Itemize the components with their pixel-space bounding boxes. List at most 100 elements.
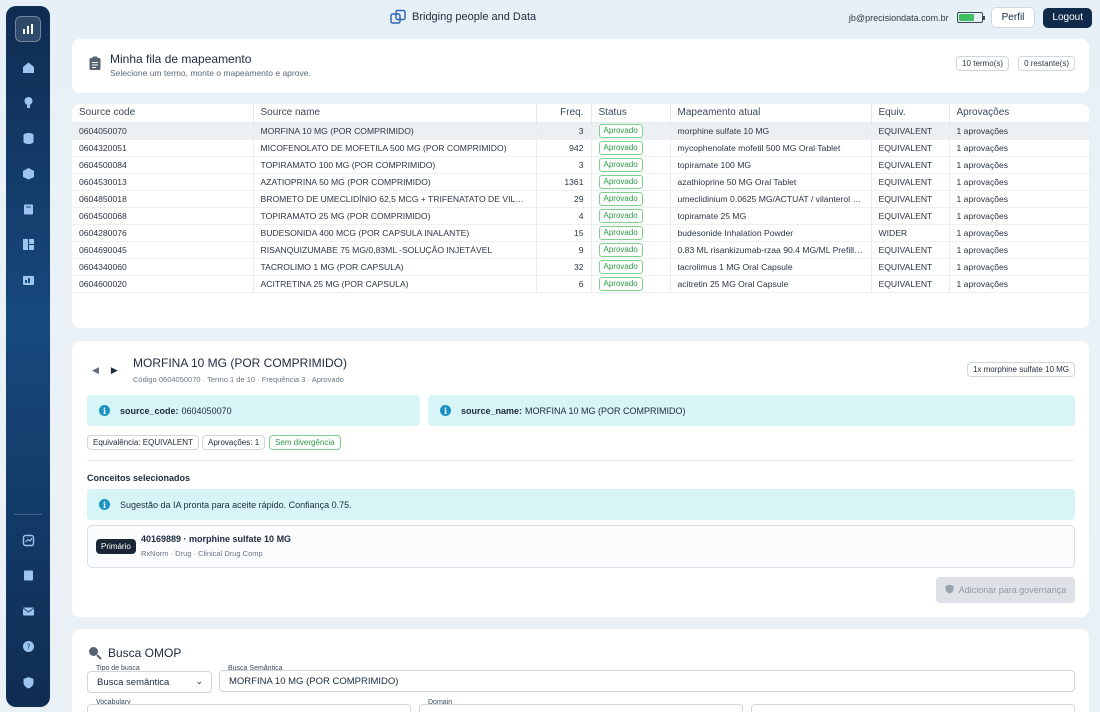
mapping-cell: morphine sulfate 10 MG xyxy=(670,122,872,140)
table-row[interactable]: 0604850018 BROMETO DE UMECLIDÍNIO 62,5 MC… xyxy=(72,190,1089,208)
database-icon[interactable] xyxy=(17,127,39,149)
search-card: Busca OMOP Tipo de busca Busca semântica… xyxy=(72,629,1089,712)
table-row[interactable]: 0604500084 TOPIRAMATO 100 MG (POR COMPRIM… xyxy=(72,156,1089,174)
table-row[interactable]: 0604320051 MICOFENOLATO DE MOFETILA 500 M… xyxy=(72,139,1089,157)
source-name-cell: RISANQUIZUMABE 75 MG/0,83ML -SOLUÇÃO INJ… xyxy=(253,241,537,259)
equiv-cell: EQUIVALENT xyxy=(871,190,950,208)
report-icon[interactable] xyxy=(17,529,39,551)
remaining-count-badge: 0 restante(s) xyxy=(1018,56,1075,71)
selected-concept[interactable]: Primário 40169889 · morphine sulfate 10 … xyxy=(87,525,1075,568)
help-icon[interactable]: ? xyxy=(17,636,39,658)
ai-suggestion-box: i Sugestão da IA pronta para aceite rápi… xyxy=(87,489,1075,520)
freq-cell: 9 xyxy=(536,241,592,259)
search-type-select[interactable]: Busca semântica ⌄ xyxy=(87,671,212,693)
shield-icon[interactable] xyxy=(17,671,39,693)
status-cell: Aprovado xyxy=(591,224,671,242)
col-equiv[interactable]: Equiv. xyxy=(871,104,950,123)
logout-button[interactable]: Logout xyxy=(1043,7,1092,28)
freq-cell: 1361 xyxy=(536,173,592,191)
freq-cell: 15 xyxy=(536,224,592,242)
domain-select[interactable] xyxy=(419,704,743,712)
table-row[interactable]: 0604280076 BUDESONIDA 400 MCG (POR CAPSUL… xyxy=(72,224,1089,242)
home-icon[interactable] xyxy=(17,56,39,78)
col-mapping[interactable]: Mapeamento atual xyxy=(670,104,872,123)
semantic-search-input[interactable]: MORFINA 10 MG (POR COMPRIMIDO) xyxy=(219,670,1075,692)
source-code-cell: 0604500068 xyxy=(72,207,254,225)
dashboard-icon[interactable] xyxy=(17,269,39,291)
source-code-cell: 0604690045 xyxy=(72,241,254,259)
col-approvals[interactable]: Aprovações xyxy=(949,104,1089,123)
divider xyxy=(87,460,1074,461)
table-row[interactable]: 0604050070 MORFINA 10 MG (POR COMPRIMIDO)… xyxy=(72,122,1089,140)
status-badge: Aprovado xyxy=(598,140,643,155)
status-cell: Aprovado xyxy=(591,207,671,225)
extra-filter-select[interactable] xyxy=(751,704,1075,712)
source-name-label: source_name: xyxy=(461,405,523,416)
info-icon: i xyxy=(99,499,110,510)
book-icon[interactable] xyxy=(17,198,39,220)
equiv-cell: EQUIVALENT xyxy=(871,258,950,276)
info-icon: i xyxy=(99,405,110,416)
bulb-icon[interactable] xyxy=(17,92,39,114)
add-governance-label: Adicionar para governança xyxy=(958,585,1067,595)
equiv-cell: EQUIVALENT xyxy=(871,122,950,140)
ai-suggestion-text: Sugestão da IA pronta para aceite rápido… xyxy=(120,499,352,510)
freq-cell: 6 xyxy=(536,275,592,293)
freq-cell: 29 xyxy=(536,190,592,208)
terms-count-badge: 10 termo(s) xyxy=(956,56,1009,71)
mapping-cell: topiramate 25 MG xyxy=(670,207,872,225)
concept-meta: RxNorm · Drug · Clinical Drug Comp xyxy=(141,549,263,558)
source-name-cell: BROMETO DE UMECLIDÍNIO 62,5 MCG + TRIFEN… xyxy=(253,190,537,208)
sidebar: ? xyxy=(6,6,50,707)
concepts-label: Conceitos selecionados xyxy=(87,473,191,483)
mapping-cell: azathioprine 50 MG Oral Tablet xyxy=(670,173,872,191)
mapping-table-card: Source code Source name Freq. Status Map… xyxy=(72,104,1089,328)
mapping-cell: acitretin 25 MG Oral Capsule xyxy=(670,275,872,293)
table-row[interactable]: 0604340060 TACROLIMO 1 MG (POR CAPSULA) 32… xyxy=(72,258,1089,276)
equiv-cell: EQUIVALENT xyxy=(871,139,950,157)
source-name-cell: MORFINA 10 MG (POR COMPRIMIDO) xyxy=(253,122,537,140)
add-governance-button[interactable]: Adicionar para governança xyxy=(936,577,1075,603)
vocabulary-select[interactable] xyxy=(87,704,411,712)
col-source-code[interactable]: Source code xyxy=(72,104,254,123)
cube-icon[interactable] xyxy=(17,163,39,185)
source-name-cell: ACITRETINA 25 MG (POR CAPSULA) xyxy=(253,275,537,293)
mapping-table: Source code Source name Freq. Status Map… xyxy=(72,104,1089,293)
chart-icon[interactable] xyxy=(15,16,41,42)
source-code-cell: 0604320051 xyxy=(72,139,254,157)
table-row[interactable]: 0604600020 ACITRETINA 25 MG (POR CAPSULA)… xyxy=(72,275,1089,293)
layout-icon[interactable] xyxy=(17,234,39,256)
approvals-cell: 1 aprovações xyxy=(949,207,1089,225)
detail-subtitle: Código 0604050070 · Termo 1 de 10 · Freq… xyxy=(133,375,344,384)
approvals-cell: 1 aprovações xyxy=(949,122,1089,140)
prev-arrow-icon[interactable]: ◀ xyxy=(92,365,99,376)
status-cell: Aprovado xyxy=(591,156,671,174)
col-source-name[interactable]: Source name xyxy=(253,104,537,123)
approvals-cell: 1 aprovações xyxy=(949,275,1089,293)
status-cell: Aprovado xyxy=(591,258,671,276)
col-freq[interactable]: Freq. xyxy=(536,104,592,123)
next-arrow-icon[interactable]: ▶ xyxy=(111,365,118,376)
status-cell: Aprovado xyxy=(591,190,671,208)
approvals-cell: 1 aprovações xyxy=(949,258,1089,276)
mail-icon[interactable] xyxy=(17,600,39,622)
table-row[interactable]: 0604530013 AZATIOPRINA 50 MG (POR COMPRIM… xyxy=(72,173,1089,191)
approvals-cell: 1 aprovações xyxy=(949,173,1089,191)
equiv-cell: EQUIVALENT xyxy=(871,156,950,174)
table-row[interactable]: 0604500068 TOPIRAMATO 25 MG (POR COMPRIMI… xyxy=(72,207,1089,225)
primary-badge: Primário xyxy=(96,539,136,554)
approvals-cell: 1 aprovações xyxy=(949,241,1089,259)
col-status[interactable]: Status xyxy=(591,104,671,123)
approvals-chip: Aprovações: 1 xyxy=(202,435,266,450)
queue-title: Minha fila de mapeamento xyxy=(110,52,252,66)
mapping-cell: mycophenolate mofetil 500 MG Oral Tablet xyxy=(670,139,872,157)
perfil-button[interactable]: Perfil xyxy=(990,7,1036,28)
freq-cell: 942 xyxy=(536,139,592,157)
equiv-cell: WIDER xyxy=(871,224,950,242)
table-header-row: Source code Source name Freq. Status Map… xyxy=(72,104,1089,123)
notebook-icon[interactable] xyxy=(17,565,39,587)
source-code-value: 0604050070 xyxy=(181,405,232,416)
table-row[interactable]: 0604690045 RISANQUIZUMABE 75 MG/0,83ML -S… xyxy=(72,241,1089,259)
source-code-cell: 0604850018 xyxy=(72,190,254,208)
source-code-cell: 0604340060 xyxy=(72,258,254,276)
